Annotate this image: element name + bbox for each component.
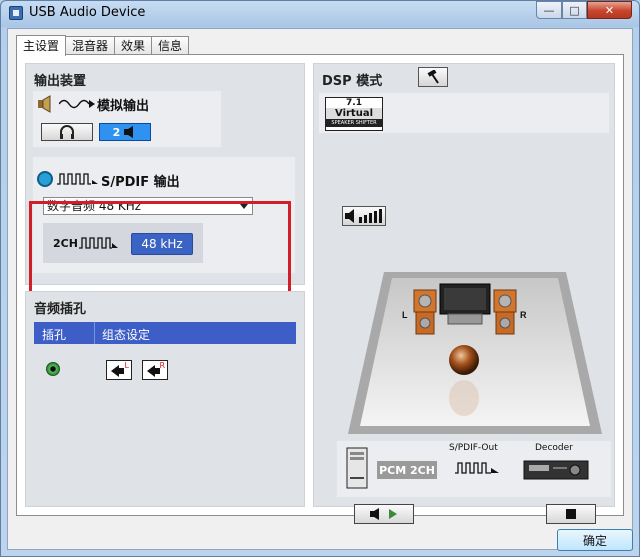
headphone-button[interactable] <box>41 123 93 141</box>
stop-icon <box>566 509 576 519</box>
right-tag: R <box>159 361 165 370</box>
tab-mixer[interactable]: 混音器 <box>65 36 116 55</box>
stop-button[interactable] <box>546 504 596 524</box>
sine-wave-icon <box>59 99 95 109</box>
decoder-device-icon <box>523 460 589 480</box>
analog-output-label: 模拟输出 <box>97 99 150 114</box>
dsp-mode-title: DSP 模式 <box>322 74 383 89</box>
volume-bars-icon <box>345 209 382 223</box>
client-area: 主设置 混音器 效果 信息 输出装置 模拟输出 2 S/PDIF 输出 数字音频… <box>7 28 633 551</box>
jack-right-button[interactable]: R <box>142 360 168 380</box>
window-title: USB Audio Device <box>29 5 146 20</box>
virtual-71-number: 7.1 <box>346 98 362 108</box>
tab-strip: 主设置 混音器 效果 信息 <box>16 35 190 56</box>
pcm-label: PCM 2CH <box>377 461 437 479</box>
pc-tower-icon <box>346 447 368 489</box>
jack-column-header: 插孔 <box>42 328 67 342</box>
audio-jack-panel: 音频插孔 插孔 组态设定 L R <box>25 291 305 507</box>
config-column-header: 组态设定 <box>102 328 151 342</box>
volume-level-button[interactable] <box>342 206 386 226</box>
title-bar: USB Audio Device — □ ✕ <box>1 1 639 27</box>
app-window: USB Audio Device — □ ✕ 主设置 混音器 效果 信息 输出装… <box>0 0 640 557</box>
tab-effects[interactable]: 效果 <box>114 36 153 55</box>
plug-right-icon <box>147 365 160 377</box>
speaker-shifter-text: SPEAKER SHIFTER <box>326 119 382 127</box>
speaker-mini-icon <box>370 508 379 520</box>
spdif-output-label: S/PDIF 输出 <box>101 175 180 190</box>
speaker-room-view[interactable]: L R <box>344 244 604 434</box>
two-channel-button[interactable]: 2 <box>99 123 151 141</box>
plug-left-icon <box>111 365 124 377</box>
close-button[interactable]: ✕ <box>587 1 632 19</box>
jack-left-button[interactable]: L <box>106 360 132 380</box>
speaker-right-label: R <box>520 310 527 320</box>
jack-grid-header: 插孔 组态设定 <box>34 322 296 344</box>
virtual-71-button[interactable]: 7.1 Virtual SPEAKER SHIFTER <box>325 97 383 131</box>
digital-signal-icon <box>57 173 98 185</box>
ok-button[interactable]: 确定 <box>557 529 633 551</box>
left-tag: L <box>124 361 129 370</box>
maximize-button[interactable]: □ <box>562 1 587 19</box>
output-device-title: 输出装置 <box>34 74 87 89</box>
decoder-label: Decoder <box>535 443 573 453</box>
dsp-settings-button[interactable] <box>418 67 448 87</box>
spdif-out-signal-icon <box>455 462 499 474</box>
headphone-icon <box>60 125 74 139</box>
play-icon <box>389 509 397 519</box>
virtual-71-text: Virtual <box>326 108 382 119</box>
analog-output-box: 模拟输出 2 <box>32 90 222 148</box>
test-play-button[interactable] <box>354 504 414 524</box>
channel-count-label: 2 <box>112 125 121 139</box>
minimize-button[interactable]: — <box>536 1 562 19</box>
app-icon <box>9 6 23 20</box>
column-divider <box>94 322 95 344</box>
audio-jack-title: 音频插孔 <box>34 302 87 317</box>
hammer-icon <box>427 70 439 84</box>
tab-main-settings[interactable]: 主设置 <box>16 35 67 56</box>
speaker-icon <box>38 95 51 113</box>
tab-page-main: 输出装置 模拟输出 2 S/PDIF 输出 数字音频 48 KHz 2CH 48… <box>16 54 624 524</box>
jack-port-icon <box>46 362 60 376</box>
channel-speaker-icon <box>124 126 134 138</box>
spdif-out-label: S/PDIF-Out <box>449 443 498 453</box>
dsp-mode-strip: 7.1 Virtual SPEAKER SHIFTER <box>318 92 610 134</box>
tab-info[interactable]: 信息 <box>151 36 190 55</box>
speaker-left-label: L <box>402 310 408 320</box>
dsp-panel: DSP 模式 7.1 Virtual SPEAKER SHIFTER L R P… <box>313 63 615 524</box>
signal-chain-box: PCM 2CH S/PDIF-Out Decoder <box>336 440 612 498</box>
spdif-radio-icon[interactable] <box>37 171 53 187</box>
